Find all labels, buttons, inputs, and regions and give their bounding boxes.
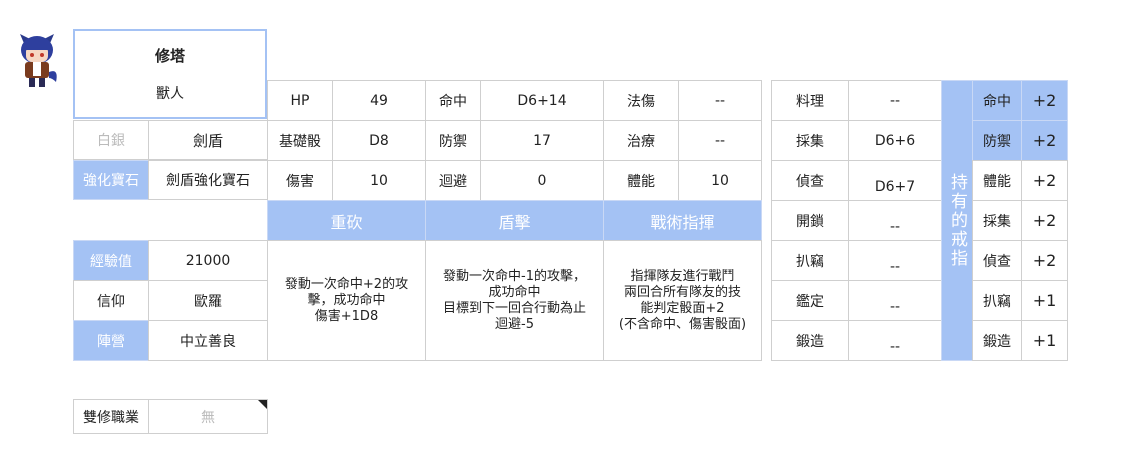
gem-value: 劍盾強化寶石 xyxy=(148,160,268,200)
character-avatar-icon xyxy=(12,28,62,90)
stat-stamina-value: 10 xyxy=(678,160,762,201)
stat-defense-value: 17 xyxy=(480,120,604,161)
skill-name-3: 戰術指揮 xyxy=(603,200,762,241)
skill-name-2: 盾擊 xyxy=(425,200,604,241)
stat-damage-value: 10 xyxy=(332,160,426,201)
faith-label: 信仰 xyxy=(73,280,149,321)
life-skill-label: 鍛造 xyxy=(771,320,849,361)
life-skill-label: 鑑定 xyxy=(771,280,849,321)
class-value: 劍盾 xyxy=(148,120,268,160)
stat-base-die-label: 基礎骰 xyxy=(267,120,333,161)
life-skill-label: 料理 xyxy=(771,80,849,121)
ring-value: +2 xyxy=(1021,120,1068,161)
stat-magic-label: 法傷 xyxy=(603,80,679,121)
stat-evade-label: 迴避 xyxy=(425,160,481,201)
ring-label: 採集 xyxy=(972,200,1022,241)
ring-value: +2 xyxy=(1021,80,1068,121)
exp-value: 21000 xyxy=(148,240,268,281)
skill-desc-3: 指揮隊友進行戰鬥 兩回合所有隊友的技 能判定骰面+2 (不含命中、傷害骰面) xyxy=(603,240,762,361)
character-race: 獸人 xyxy=(156,86,184,102)
life-skill-label: 採集 xyxy=(771,120,849,161)
dual-class-label: 雙修職業 xyxy=(73,399,149,434)
ring-label: 體能 xyxy=(972,160,1022,201)
ring-value: +1 xyxy=(1021,320,1068,361)
stat-hp-value: 49 xyxy=(332,80,426,121)
life-skill-label: 偵查 xyxy=(771,160,849,201)
life-skill-label: 扒竊 xyxy=(771,240,849,281)
life-skill-value: -- xyxy=(848,280,942,321)
life-skill-value: D6+7 xyxy=(848,160,942,201)
stat-stamina-label: 體能 xyxy=(603,160,679,201)
ring-label: 防禦 xyxy=(972,120,1022,161)
stat-hit-value: D6+14 xyxy=(480,80,604,121)
life-skill-value: D6+6 xyxy=(848,120,942,161)
life-skill-value: -- xyxy=(848,240,942,281)
stat-hit-label: 命中 xyxy=(425,80,481,121)
stat-base-die-value: D8 xyxy=(332,120,426,161)
skill-desc-2: 發動一次命中-1的攻擊， 成功命中 目標到下一回合行動為止 迴避-5 xyxy=(425,240,604,361)
ring-label: 命中 xyxy=(972,80,1022,121)
character-name: 修塔 xyxy=(154,47,185,65)
life-skill-label: 開鎖 xyxy=(771,200,849,241)
camp-label: 陣營 xyxy=(73,320,149,361)
stat-heal-value: -- xyxy=(678,120,762,161)
character-name-card: 修塔 獸人 xyxy=(73,29,267,119)
rank-label: 白銀 xyxy=(73,120,149,160)
stat-heal-label: 治療 xyxy=(603,120,679,161)
ring-label: 鍛造 xyxy=(972,320,1022,361)
stat-hp-label: HP xyxy=(267,80,333,121)
ring-value: +2 xyxy=(1021,160,1068,201)
ring-value: +1 xyxy=(1021,280,1068,321)
life-skill-value: -- xyxy=(848,80,942,121)
skill-name-1: 重砍 xyxy=(267,200,426,241)
ring-label: 扒竊 xyxy=(972,280,1022,321)
rings-title: 持有的戒指 xyxy=(941,80,973,361)
ring-value: +2 xyxy=(1021,240,1068,281)
life-skill-value: -- xyxy=(848,320,942,361)
gem-label: 強化寶石 xyxy=(73,160,149,200)
stat-damage-label: 傷害 xyxy=(267,160,333,201)
stat-evade-value: 0 xyxy=(480,160,604,201)
stat-magic-value: -- xyxy=(678,80,762,121)
ring-value: +2 xyxy=(1021,200,1068,241)
faith-value: 歐羅 xyxy=(148,280,268,321)
ring-label: 偵查 xyxy=(972,240,1022,281)
camp-value: 中立善良 xyxy=(148,320,268,361)
exp-label: 經驗值 xyxy=(73,240,149,281)
dual-class-dropdown[interactable]: 無 xyxy=(148,399,268,434)
stat-defense-label: 防禦 xyxy=(425,120,481,161)
life-skill-value: -- xyxy=(848,200,942,241)
skill-desc-1: 發動一次命中+2的攻 擊，成功命中 傷害+1D8 xyxy=(267,240,426,361)
